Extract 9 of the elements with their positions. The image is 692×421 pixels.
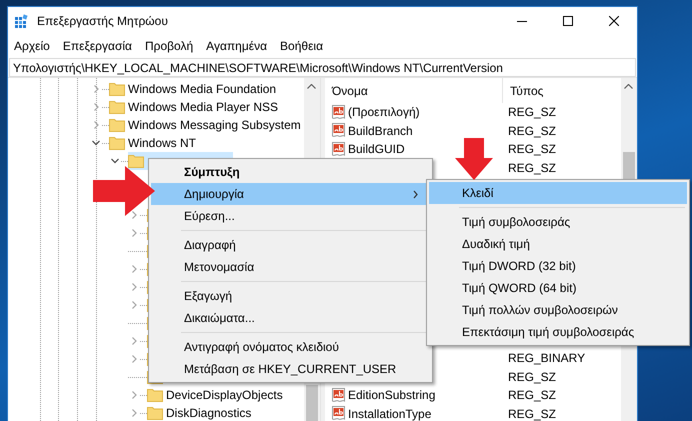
value-type: REG_SZ: [507, 142, 556, 156]
value-type: REG_SZ: [507, 124, 556, 138]
value-type: REG_SZ: [507, 388, 556, 402]
value-type: REG_SZ: [507, 105, 556, 120]
value-type: REG_SZ: [507, 370, 556, 384]
value-type: REG_BINARY: [507, 350, 586, 365]
value-type: REG_SZ: [507, 406, 556, 421]
value-type: REG_SZ: [507, 161, 556, 176]
window-title: Επεξεργαστής Μητρώου: [37, 14, 169, 28]
